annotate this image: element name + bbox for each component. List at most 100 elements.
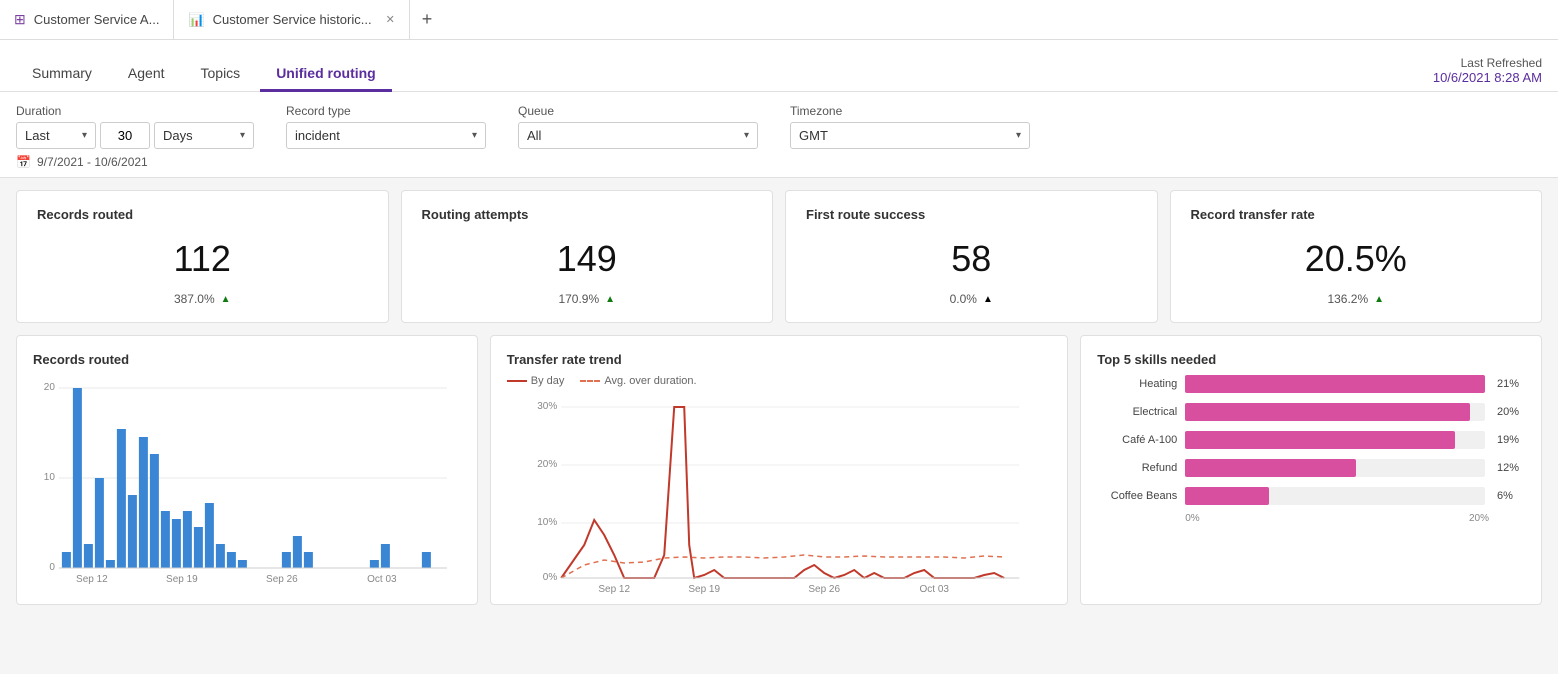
bar-chart-svg: 20 10 0 [33,375,461,575]
browser-tab-1[interactable]: ⊞ Customer Service A... [0,0,174,39]
hbar-fill-electrical [1185,403,1470,421]
hbar-label-cafe: Café A-100 [1097,434,1177,446]
nav-bar: Summary Agent Topics Unified routing Las… [0,40,1558,92]
hbar-axis-end: 20% [1469,513,1489,524]
hbar-track-cafe [1185,431,1485,449]
hbar-fill-cafe [1185,431,1455,449]
browser-tab-bar: ⊞ Customer Service A... 📊 Customer Servi… [0,0,1558,40]
hbar-track-refund [1185,459,1485,477]
last-refreshed-value: 10/6/2021 8:28 AM [1433,70,1542,85]
arrow-up-icon: ▲ [983,294,993,305]
hbar-track-electrical [1185,403,1485,421]
bar-chart-title: Records routed [33,352,461,367]
close-icon[interactable]: ✕ [386,13,395,26]
kpi-records-routed-value: 112 [37,238,368,280]
arrow-up-icon: ▲ [1374,294,1384,305]
duration-type-value: Last [25,128,50,143]
browser-tab-2[interactable]: 📊 Customer Service historic... ✕ [174,0,409,39]
kpi-records-routed: Records routed 112 387.0% ▲ [16,190,389,323]
legend-avg: Avg. over duration. [580,375,696,387]
queue-filter: Queue All ▾ [518,104,758,149]
svg-text:0: 0 [49,562,55,573]
chart-icon: 📊 [188,12,204,28]
hbar-axis-start: 0% [1185,513,1199,524]
duration-unit-select[interactable]: Days ▾ [154,122,254,149]
queue-value: All [527,128,541,143]
kpi-first-route-value: 58 [806,238,1137,280]
svg-text:Sep 19: Sep 19 [166,574,198,585]
timezone-label: Timezone [790,104,1030,118]
kpi-transfer-rate-delta: 136.2% ▲ [1191,292,1522,306]
dashed-line-icon [580,380,600,382]
tab-topics[interactable]: Topics [185,57,257,92]
kpi-routing-attempts-title: Routing attempts [422,207,753,222]
svg-text:Sep 26: Sep 26 [808,584,840,595]
queue-select[interactable]: All ▾ [518,122,758,149]
bar-chart-card: Records routed 20 10 0 [16,335,478,605]
hbar-label-coffee: Coffee Beans [1097,490,1177,502]
tab-summary[interactable]: Summary [16,57,108,92]
line-legend: By day Avg. over duration. [507,375,1051,387]
chevron-down-icon: ▾ [1016,130,1021,141]
svg-text:Sep 19: Sep 19 [688,584,720,595]
last-refreshed-panel: Last Refreshed 10/6/2021 8:28 AM [1433,56,1542,91]
hbar-row-refund: Refund 12% [1097,459,1525,477]
filters-bar: Duration Last ▾ Days ▾ Record type incid… [0,92,1558,178]
svg-text:10: 10 [44,472,56,483]
dashed-line [561,555,1004,578]
kpi-section: Records routed 112 387.0% ▲ Routing atte… [0,178,1558,335]
line-chart-title: Transfer rate trend [507,352,1051,367]
hbar-fill-coffee [1185,487,1269,505]
hbar-fill-refund [1185,459,1356,477]
hbar-fill-heating [1185,375,1485,393]
chevron-down-icon: ▾ [472,130,477,141]
hbar-label-heating: Heating [1097,378,1177,390]
solid-line [561,407,1004,578]
kpi-records-routed-title: Records routed [37,207,368,222]
kpi-routing-attempts-delta: 170.9% ▲ [422,292,753,306]
line-chart-card: Transfer rate trend By day Avg. over dur… [490,335,1068,605]
legend-by-day-label: By day [531,375,565,387]
kpi-first-route-delta: 0.0% ▲ [806,292,1137,306]
charts-section: Records routed 20 10 0 [0,335,1558,617]
record-type-value: incident [295,128,340,143]
filters-row: Duration Last ▾ Days ▾ Record type incid… [16,104,1542,149]
date-range-value: 9/7/2021 - 10/6/2021 [37,155,148,169]
kpi-routing-attempts-value: 149 [422,238,753,280]
kpi-transfer-rate-value: 20.5% [1191,238,1522,280]
duration-label: Duration [16,104,254,118]
tab-unified-routing[interactable]: Unified routing [260,57,392,92]
grid-icon: ⊞ [14,11,26,28]
hbar-track-heating [1185,375,1485,393]
hbar-label-electrical: Electrical [1097,406,1177,418]
svg-text:Sep 12: Sep 12 [76,574,108,585]
svg-text:30%: 30% [537,401,557,412]
hbar-row-heating: Heating 21% [1097,375,1525,393]
hbar-row-coffee: Coffee Beans 6% [1097,487,1525,505]
kpi-routing-attempts: Routing attempts 149 170.9% ▲ [401,190,774,323]
kpi-records-routed-delta: 387.0% ▲ [37,292,368,306]
tab-agent[interactable]: Agent [112,57,181,92]
arrow-up-icon: ▲ [605,294,615,305]
line-chart-svg: 30% 20% 10% 0% Sep 12 Sep 19 Sep 26 Oct … [507,395,1051,585]
duration-value-input[interactable] [100,122,150,149]
delta-value: 387.0% [174,292,215,306]
timezone-select[interactable]: GMT ▾ [790,122,1030,149]
solid-line-icon [507,380,527,382]
record-type-select[interactable]: incident ▾ [286,122,486,149]
kpi-record-transfer-rate: Record transfer rate 20.5% 136.2% ▲ [1170,190,1543,323]
hbar-pct-cafe: 19% [1497,434,1525,446]
duration-type-select[interactable]: Last ▾ [16,122,96,149]
duration-unit-value: Days [163,128,193,143]
chevron-down-icon: ▾ [82,130,87,141]
svg-text:20%: 20% [537,459,557,470]
svg-text:Oct 03: Oct 03 [919,584,949,595]
svg-text:Sep 26: Sep 26 [266,574,298,585]
delta-value: 0.0% [950,292,977,306]
kpi-first-route-success: First route success 58 0.0% ▲ [785,190,1158,323]
hbar-pct-coffee: 6% [1497,490,1525,502]
duration-filter: Duration Last ▾ Days ▾ [16,104,254,149]
hbar-chart: Heating 21% Electrical 20% Café A-100 19… [1097,375,1525,505]
svg-text:0%: 0% [543,572,558,583]
add-tab-button[interactable]: + [410,0,445,39]
